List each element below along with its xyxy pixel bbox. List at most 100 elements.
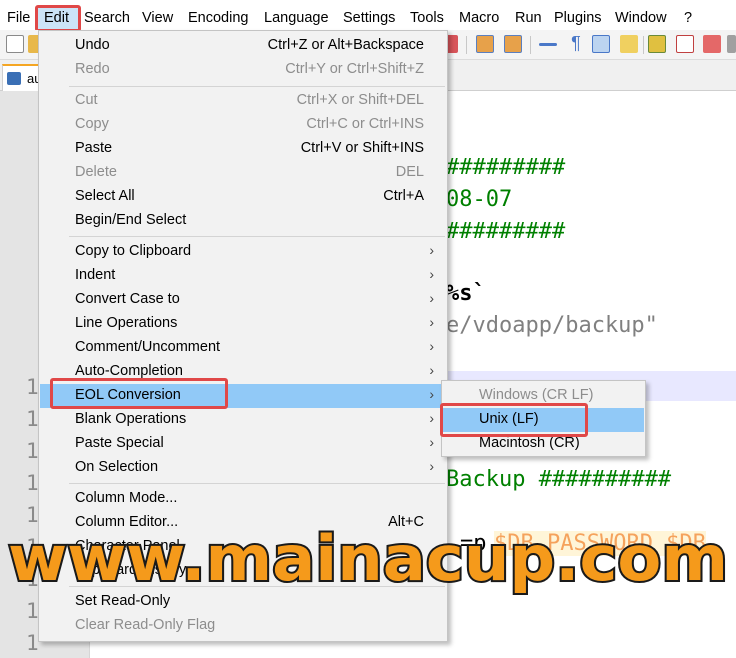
- doc-map-icon[interactable]: [648, 35, 666, 53]
- menu-item-blank-operations[interactable]: Blank Operations ›: [40, 408, 446, 432]
- menu-item-label: Indent: [75, 267, 116, 283]
- submenu-arrow-icon: ›: [429, 314, 434, 330]
- menu-item-column-editor[interactable]: Column Editor... Alt+C: [40, 511, 446, 535]
- menu-item-shortcut: Ctrl+C or Ctrl+INS: [306, 116, 424, 132]
- menu-item-begin-end-select[interactable]: Begin/End Select: [40, 209, 446, 233]
- menu-item-shortcut: Ctrl+X or Shift+DEL: [296, 92, 424, 108]
- menu-item-convert-case[interactable]: Convert Case to ›: [40, 288, 446, 312]
- line-number: 1: [26, 599, 39, 623]
- menu-item-label: Begin/End Select: [75, 212, 187, 228]
- line-number: 1: [26, 439, 39, 463]
- menu-item-shortcut: Ctrl+V or Shift+INS: [300, 140, 424, 156]
- menu-item-label: Line Operations: [75, 315, 178, 331]
- menu-item-label: Auto-Completion: [75, 363, 183, 379]
- line-number: 1: [26, 631, 39, 655]
- menu-item-label: Copy to Clipboard: [75, 243, 192, 259]
- toolbar-separator: [530, 36, 531, 54]
- code-line: #########: [446, 219, 566, 244]
- code-line: $DB_PASSWORD $DB: [494, 531, 706, 556]
- menu-help[interactable]: ?: [684, 8, 692, 28]
- menu-item-select-all[interactable]: Select All Ctrl+A: [40, 185, 446, 209]
- edit-menu-dropdown: Undo Ctrl+Z or Alt+Backspace Redo Ctrl+Y…: [38, 30, 448, 642]
- menu-separator: [69, 483, 445, 484]
- line-number: 1: [26, 567, 39, 591]
- file-tab[interactable]: au: [2, 64, 42, 91]
- menu-language[interactable]: Language: [264, 8, 329, 28]
- new-file-icon[interactable]: [6, 35, 24, 53]
- menu-bar: File Edit Search View Encoding Language …: [0, 0, 736, 34]
- menu-item-clipboard-history[interactable]: Clipboard History: [40, 559, 446, 583]
- menu-item-shortcut: DEL: [395, 164, 424, 180]
- menu-separator: [69, 86, 445, 87]
- code-line: =p: [460, 531, 487, 556]
- menu-tools[interactable]: Tools: [410, 8, 444, 28]
- menu-item-shortcut: Alt+C: [388, 514, 424, 530]
- menu-plugins[interactable]: Plugins: [554, 8, 602, 28]
- function-list-icon[interactable]: [676, 35, 694, 53]
- folder-workspace-icon[interactable]: [703, 35, 721, 53]
- show-all-chars-icon[interactable]: ¶: [567, 34, 585, 52]
- menu-item-label: Clear Read-Only Flag: [75, 617, 216, 633]
- menu-separator: [69, 236, 445, 237]
- menu-run[interactable]: Run: [515, 8, 542, 28]
- menu-encoding[interactable]: Encoding: [188, 8, 248, 28]
- menu-item-cut[interactable]: Cut Ctrl+X or Shift+DEL: [40, 89, 446, 113]
- line-number: 1: [26, 471, 39, 495]
- menu-item-on-selection[interactable]: On Selection ›: [40, 456, 446, 480]
- menu-item-paste[interactable]: Paste Ctrl+V or Shift+INS: [40, 137, 446, 161]
- menu-item-label: Redo: [75, 61, 110, 77]
- menu-item-label: Character Panel: [75, 538, 180, 554]
- menu-item-label: On Selection: [75, 459, 159, 475]
- menu-item-copy[interactable]: Copy Ctrl+C or Ctrl+INS: [40, 113, 446, 137]
- menu-item-character-panel[interactable]: Character Panel: [40, 535, 446, 559]
- zoom-in-icon[interactable]: [476, 35, 494, 53]
- menu-file[interactable]: File: [7, 8, 30, 28]
- menu-item-label: Select All: [75, 188, 135, 204]
- menu-item-column-mode[interactable]: Column Mode...: [40, 487, 446, 511]
- menu-item-label: Copy: [75, 116, 109, 132]
- submenu-arrow-icon: ›: [429, 266, 434, 282]
- saved-file-icon: [7, 72, 21, 85]
- menu-window[interactable]: Window: [615, 8, 667, 28]
- menu-item-label: Set Read-Only: [75, 593, 171, 609]
- eol-conversion-annotation-box: [50, 378, 228, 409]
- menu-item-delete[interactable]: Delete DEL: [40, 161, 446, 185]
- menu-item-redo[interactable]: Redo Ctrl+Y or Ctrl+Shift+Z: [40, 58, 446, 82]
- menu-item-comment-uncomment[interactable]: Comment/Uncomment ›: [40, 336, 446, 360]
- menu-item-paste-special[interactable]: Paste Special ›: [40, 432, 446, 456]
- code-line: %s`: [446, 281, 486, 306]
- menu-item-set-read-only[interactable]: Set Read-Only: [40, 590, 446, 614]
- submenu-arrow-icon: ›: [429, 362, 434, 378]
- menu-view[interactable]: View: [142, 8, 173, 28]
- lang-define-icon[interactable]: [620, 35, 638, 53]
- menu-item-copy-to-clipboard[interactable]: Copy to Clipboard ›: [40, 240, 446, 264]
- menu-item-line-operations[interactable]: Line Operations ›: [40, 312, 446, 336]
- line-number: 1: [26, 535, 39, 559]
- line-number: 1: [26, 503, 39, 527]
- zoom-out-icon[interactable]: [504, 35, 522, 53]
- menu-item-label: Column Editor...: [75, 514, 179, 530]
- menu-item-label: Blank Operations: [75, 411, 187, 427]
- menu-item-indent[interactable]: Indent ›: [40, 264, 446, 288]
- menu-settings[interactable]: Settings: [343, 8, 395, 28]
- submenu-arrow-icon: ›: [429, 290, 434, 306]
- code-line: #########: [446, 155, 566, 180]
- menu-item-undo[interactable]: Undo Ctrl+Z or Alt+Backspace: [40, 34, 446, 58]
- menu-separator: [69, 586, 445, 587]
- monitoring-icon[interactable]: [727, 35, 736, 53]
- toolbar-separator: [643, 36, 644, 54]
- menu-macro[interactable]: Macro: [459, 8, 499, 28]
- menu-item-label: Convert Case to: [75, 291, 180, 307]
- code-line: e/vdoapp/backup": [446, 313, 658, 338]
- toolbar-separator: [466, 36, 467, 54]
- line-number: 1: [26, 375, 39, 399]
- menu-item-clear-read-only[interactable]: Clear Read-Only Flag: [40, 614, 446, 638]
- menu-search[interactable]: Search: [84, 8, 130, 28]
- menu-edit[interactable]: Edit: [44, 8, 69, 28]
- submenu-arrow-icon: ›: [429, 386, 434, 402]
- line-number: 1: [26, 407, 39, 431]
- menu-item-label: Cut: [75, 92, 98, 108]
- submenu-item-label: Macintosh (CR): [479, 435, 580, 451]
- word-wrap-icon[interactable]: [539, 43, 557, 46]
- indent-guide-icon[interactable]: [592, 35, 610, 53]
